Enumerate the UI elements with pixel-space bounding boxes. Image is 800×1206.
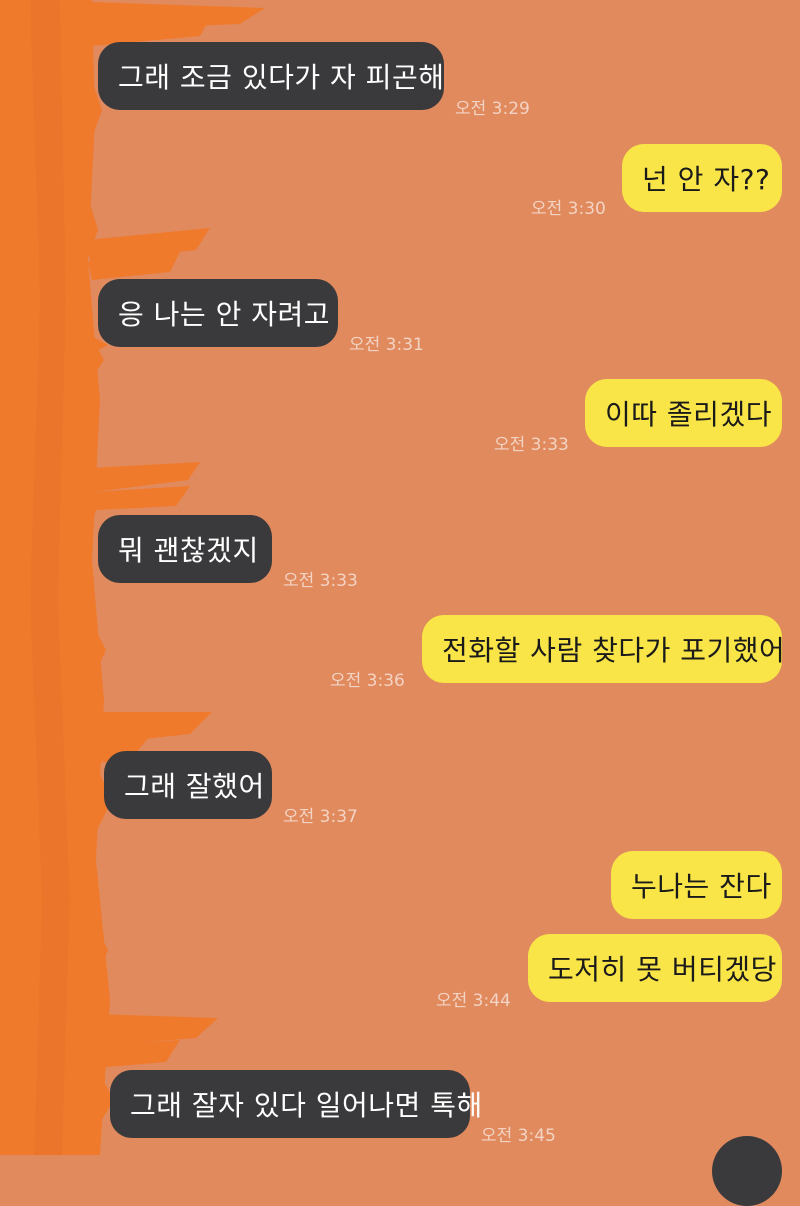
message-text: 도저히 못 버티겠당 xyxy=(548,953,777,986)
message-row: 도저히 못 버티겠당 오전 3:44 xyxy=(0,934,800,1011)
message-timestamp: 오전 3:30 xyxy=(531,199,606,219)
outgoing-message-bubble[interactable]: 전화할 사람 찾다가 포기했어 xyxy=(422,615,786,683)
incoming-message-bubble[interactable]: 그래 잘했어 xyxy=(104,751,272,819)
message-text: 그래 잘했어 xyxy=(124,770,265,803)
message-row: 응 나는 안 자려고 오전 3:31 xyxy=(0,279,800,355)
message-text: 누나는 잔다 xyxy=(631,870,772,903)
message-text: 전화할 사람 찾다가 포기했어 xyxy=(442,634,786,667)
message-text: 뭐 괜찮겠지 xyxy=(118,534,259,567)
message-text: 그래 조금 있다가 자 피곤해 xyxy=(118,61,445,94)
message-timestamp: 오전 3:36 xyxy=(330,671,405,691)
message-text: 그래 잘자 있다 일어나면 톡해 xyxy=(130,1089,483,1122)
incoming-message-bubble[interactable]: 뭐 괜찮겠지 xyxy=(98,515,272,583)
incoming-message-bubble[interactable]: 그래 조금 있다가 자 피곤해 xyxy=(98,42,444,110)
message-timestamp: 오전 3:31 xyxy=(349,335,424,355)
message-row: 그래 조금 있다가 자 피곤해 오전 3:29 xyxy=(0,42,800,119)
message-row: 그래 잘했어 오전 3:37 xyxy=(0,751,800,827)
message-row: 넌 안 자?? 오전 3:30 xyxy=(0,144,800,219)
outgoing-message-bubble[interactable]: 누나는 잔다 xyxy=(611,851,782,919)
message-timestamp: 오전 3:45 xyxy=(481,1126,556,1146)
message-text: 응 나는 안 자려고 xyxy=(118,298,331,331)
message-timestamp: 오전 3:33 xyxy=(494,435,569,455)
message-row: 뭐 괜찮겠지 오전 3:33 xyxy=(0,515,800,591)
message-row: 이따 졸리겠다 오전 3:33 xyxy=(0,379,800,455)
message-text: 이따 졸리겠다 xyxy=(605,398,772,431)
message-row: 전화할 사람 찾다가 포기했어 오전 3:36 xyxy=(0,615,800,691)
message-row: 그래 잘자 있다 일어나면 톡해 오전 3:45 xyxy=(0,1070,800,1146)
message-timestamp: 오전 3:37 xyxy=(283,807,358,827)
incoming-message-bubble[interactable]: 응 나는 안 자려고 xyxy=(98,279,338,347)
message-timestamp: 오전 3:44 xyxy=(436,991,511,1011)
message-timestamp: 오전 3:33 xyxy=(283,571,358,591)
incoming-message-bubble[interactable]: 그래 잘자 있다 일어나면 톡해 xyxy=(110,1070,482,1138)
message-timestamp: 오전 3:29 xyxy=(455,99,530,119)
outgoing-message-bubble[interactable]: 넌 안 자?? xyxy=(622,144,782,212)
avatar[interactable] xyxy=(712,1136,782,1206)
message-text: 넌 안 자?? xyxy=(642,163,771,196)
message-row: 누나는 잔다 xyxy=(0,851,800,923)
outgoing-message-bubble[interactable]: 이따 졸리겠다 xyxy=(585,379,782,447)
outgoing-message-bubble[interactable]: 도저히 못 버티겠당 xyxy=(528,934,782,1002)
